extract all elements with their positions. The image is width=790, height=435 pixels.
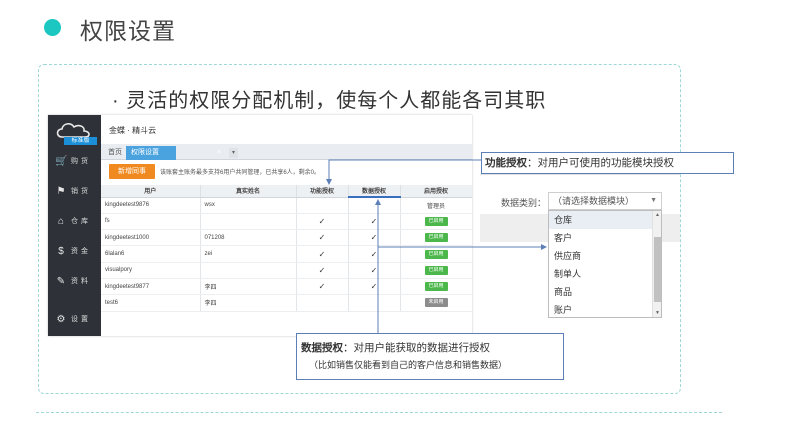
function-auth-callout: 功能授权：对用户可使用的功能模块授权 [481, 152, 734, 174]
function-auth-arrow [326, 159, 481, 185]
data-auth-callout: 数据授权：对用户能获取的数据进行授权 （比如销售仅能看到自己的客户信息和销售数据… [296, 333, 564, 380]
data-auth-note: （比如销售仅能看到自己的客户信息和销售数据） [309, 360, 508, 370]
